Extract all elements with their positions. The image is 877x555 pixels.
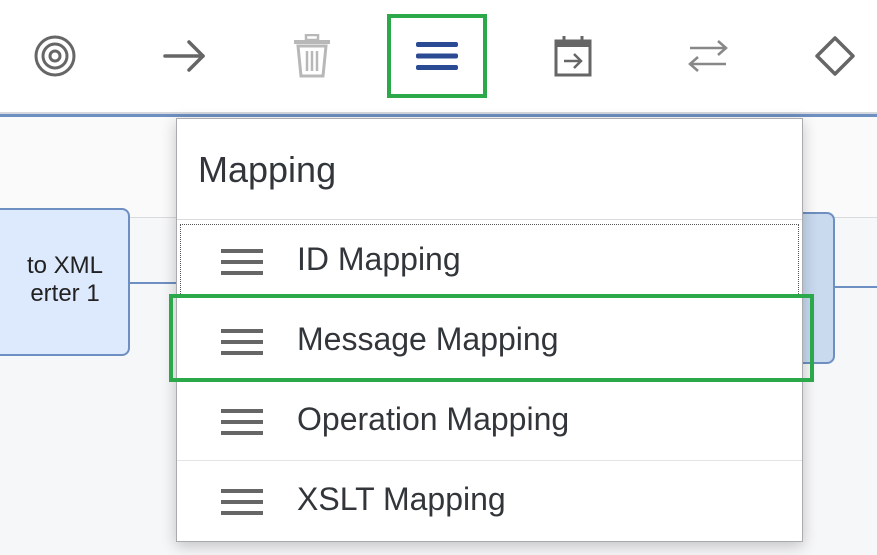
calendar-import-icon bbox=[554, 36, 592, 77]
menu-item-id-mapping[interactable]: ID Mapping bbox=[177, 221, 802, 301]
hamburger-icon bbox=[221, 489, 263, 515]
menu-item-label: ID Mapping bbox=[297, 241, 461, 277]
calendar-import-button[interactable] bbox=[523, 14, 623, 98]
menu-item-operation-mapping[interactable]: Operation Mapping bbox=[177, 381, 802, 461]
mapping-dropdown-menu: Mapping ID Mapping Message Mapping Opera… bbox=[176, 118, 803, 542]
connector-line bbox=[130, 282, 180, 284]
trash-icon bbox=[294, 34, 330, 78]
menu-header: Mapping bbox=[177, 119, 802, 220]
menu-item-label: Operation Mapping bbox=[297, 401, 570, 437]
menu-item-label: XSLT Mapping bbox=[297, 481, 506, 517]
menu-title: Mapping bbox=[198, 149, 337, 190]
hamburger-icon bbox=[221, 409, 263, 435]
hamburger-icon bbox=[221, 329, 263, 355]
mapping-menu-button[interactable] bbox=[387, 14, 487, 98]
hamburger-menu-icon bbox=[416, 42, 458, 70]
arrow-right-button[interactable] bbox=[135, 14, 235, 98]
target-button[interactable] bbox=[5, 14, 105, 98]
gateway-button[interactable] bbox=[785, 14, 877, 98]
diamond-icon bbox=[815, 36, 855, 76]
arrow-right-icon bbox=[163, 40, 205, 72]
menu-item-xslt-mapping[interactable]: XSLT Mapping bbox=[177, 461, 802, 541]
toolbar bbox=[0, 0, 877, 114]
converter-node-label: to XML erter 1 bbox=[26, 252, 104, 307]
connector-line bbox=[835, 286, 877, 288]
menu-item-label: Message Mapping bbox=[297, 321, 559, 357]
hamburger-icon bbox=[221, 249, 263, 275]
target-icon bbox=[34, 35, 76, 77]
swap-arrows-icon bbox=[688, 40, 728, 72]
menu-item-message-mapping[interactable]: Message Mapping bbox=[177, 301, 802, 381]
swap-button[interactable] bbox=[658, 14, 758, 98]
delete-button[interactable] bbox=[262, 14, 362, 98]
